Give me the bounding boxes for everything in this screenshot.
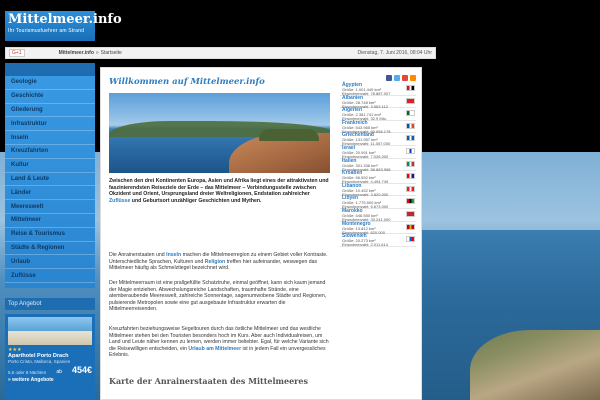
country-flag-icon: [406, 173, 415, 180]
sidebar-item-kultur[interactable]: Kultur: [5, 159, 95, 173]
country-row: Kroatien Größe: 56.592 km² Einwohnerzahl: …: [340, 171, 416, 184]
sidebar-item-staedte-regionen[interactable]: Städte & Regionen: [5, 242, 95, 256]
country-flag-icon: [406, 223, 415, 230]
offer-price: 454€: [71, 365, 92, 375]
breadcrumb-separator: »: [95, 50, 99, 56]
twitter-share-icon[interactable]: [394, 75, 400, 81]
sidebar-item-gliederung[interactable]: Gliederung: [5, 104, 95, 118]
sidebar-item-geschichte[interactable]: Geschichte: [5, 90, 95, 104]
offer-duration: 5,6 oder 8 Nächten: [8, 370, 47, 375]
sidebar-item-land-leute[interactable]: Land & Leute: [5, 173, 95, 187]
intro-end-text: und Geburtsort unzähliger Geschichten un…: [131, 197, 262, 204]
country-flag-icon: [406, 97, 415, 104]
country-rows: Ägypten Größe: 1.001.449 km² Einwohnerzahl…: [340, 83, 416, 247]
country-row: Marokko Größe: 446.550 km² Einwohnerzahl: …: [340, 208, 416, 222]
page-title: Willkommen auf Mittelmeer.info: [109, 77, 265, 87]
sidebar-item-laender[interactable]: Länder: [5, 186, 95, 201]
rss-icon[interactable]: [410, 75, 416, 81]
country-flag-icon: [406, 122, 415, 129]
intro-text: Zwischen den drei Kontinenten Europa, As…: [109, 178, 329, 198]
country-flag-icon: [406, 147, 415, 154]
hero-shrub: [259, 129, 319, 141]
sidebar-navigation: Geologie Geschichte Gliederung Infrastru…: [5, 63, 95, 288]
offer-price-row: 5,6 oder 8 Nächten ab 454€: [8, 365, 92, 375]
country-flag-icon: [406, 198, 415, 205]
country-flag-icon: [406, 135, 415, 142]
site-logo[interactable]: Mittelmeer.info Ihr Tourismusfuehrer am …: [5, 11, 122, 41]
sidebar-item-inseln[interactable]: Inseln: [5, 131, 95, 145]
logo-subtitle: Ihr Tourismusfuehrer am Strand: [8, 28, 85, 34]
top-offer-card[interactable]: ★★★ Aparthotel Porto Drach Porto Cristo,…: [5, 314, 95, 400]
country-flag-icon: [406, 185, 415, 192]
top-offer-header: Top Angebot: [5, 298, 95, 310]
sidebar-item-urlaub[interactable]: Urlaub: [5, 255, 95, 270]
country-row: Ägypten Größe: 1.001.449 km² Einwohnerzahl…: [340, 83, 416, 96]
hotel-image[interactable]: [8, 317, 92, 345]
sidebar-item-zufluesse[interactable]: Zuflüsse: [5, 269, 95, 283]
country-list: Ägypten Größe: 1.001.449 km² Einwohnerzahl…: [340, 75, 416, 400]
more-offers-label: weitere Angebote: [12, 377, 54, 383]
zufluesse-link[interactable]: Zuflüsse: [109, 198, 130, 204]
sidebar-header: [5, 63, 95, 76]
breadcrumb-current-page: Startseite: [100, 50, 122, 56]
sidebar-item-kreuzfahrten[interactable]: Kreuzfahrten: [5, 145, 95, 159]
hotel-location: Porto Cristo, Mallorca, Spanien: [8, 359, 71, 364]
current-date: Dienstag, 7. Juni 2016, 08:04 Uhr: [357, 50, 433, 56]
hero-image: [109, 93, 330, 173]
country-flag-icon: [406, 210, 415, 217]
country-row: Slowenien Größe: 20.273 km² Einwohnerzahl:…: [340, 234, 416, 247]
top-bar: G+1 Mittelmeer.info » Startseite Diensta…: [5, 47, 436, 59]
sidebar-item-mittelmeer[interactable]: Mittelmeer: [5, 214, 95, 228]
google-share-icon[interactable]: [402, 75, 408, 81]
breadcrumb-site-link[interactable]: Mittelmeer.info: [59, 50, 94, 56]
religion-link[interactable]: Religion: [205, 259, 225, 265]
country-flag-icon: [406, 160, 415, 167]
offer-price-prefix: ab: [56, 369, 62, 375]
paragraph-2: Die Anrainerstaaten und Inseln machen di…: [109, 252, 331, 272]
logo-title: Mittelmeer.info: [8, 12, 122, 27]
facebook-share-icon[interactable]: [386, 75, 392, 81]
background-cliff: [470, 330, 600, 400]
sidebar-item-infrastruktur[interactable]: Infrastruktur: [5, 117, 95, 132]
country-flag-icon: [406, 85, 415, 91]
main-content: Willkommen auf Mittelmeer.info Zwischen …: [100, 67, 422, 400]
sidebar-item-geologie[interactable]: Geologie: [5, 76, 95, 90]
map-section-title: Karte der Anrainerstaaten des Mittelmeer…: [109, 376, 308, 386]
paragraph-3: Der Mittelmeerraum ist eine prallgefüllt…: [109, 280, 327, 313]
country-row: Israel Größe: 20.991 km² Einwohnerzahl: 7.…: [340, 145, 416, 159]
sidebar-item-meereswelt[interactable]: Meereswelt: [5, 200, 95, 214]
urlaub-am-mittelmeer-link[interactable]: Urlaub am Mittelmeer: [188, 346, 241, 352]
country-flag-icon: [406, 236, 415, 243]
sidebar-item-reise-tourismus[interactable]: Reise & Tourismus: [5, 228, 95, 242]
inseln-link[interactable]: Inseln: [166, 252, 181, 258]
p2-text-a: Die Anrainerstaaten und: [109, 252, 165, 258]
more-offers-link[interactable]: » weitere Angebote: [8, 377, 92, 383]
intro-paragraph: Zwischen den drei Kontinenten Europa, As…: [109, 178, 331, 204]
country-row: Algerien Größe: 2.381.741 km² Einwohnerzah…: [340, 108, 416, 121]
country-flag-icon: [406, 110, 415, 117]
share-icons: [340, 75, 416, 81]
country-population: Einwohnerzahl: 2.011.614: [342, 242, 388, 248]
paragraph-4: Kreuzfahrten beziehungsweise Segeltouren…: [109, 326, 331, 359]
google-plus-button[interactable]: G+1: [9, 49, 25, 57]
